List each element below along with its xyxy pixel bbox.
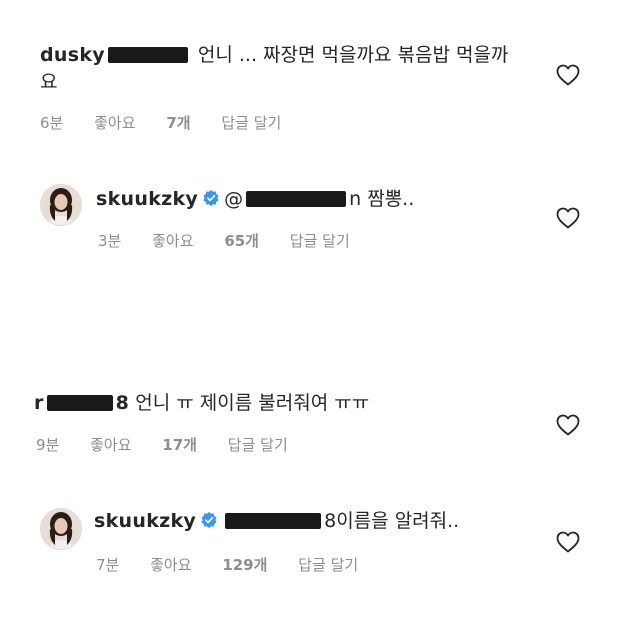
comment-likes-2[interactable]: 좋아요 65개	[152, 230, 259, 251]
redaction-bar	[107, 46, 188, 63]
comment-username-2[interactable]: skuukzky	[96, 188, 198, 210]
comment-body-4: 이름을 알려줘..	[336, 510, 460, 532]
heart-icon[interactable]	[556, 207, 580, 229]
mention-link[interactable]: @ n	[224, 188, 361, 210]
comment-likes-3[interactable]: 좋아요 17개	[90, 434, 197, 455]
comment-body-3: 언니 ㅠ 제이름 불러줘여 ㅠㅠ	[135, 392, 370, 414]
reply-button-2[interactable]: 답글 달기	[290, 230, 350, 251]
comment-likes-1[interactable]: 좋아요 7개	[94, 112, 190, 133]
comment-3: r8 언니 ㅠ 제이름 불러줘여 ㅠㅠ	[34, 390, 504, 417]
comment-time-3: 9분	[36, 436, 60, 454]
avatar[interactable]	[40, 184, 82, 226]
comment-likes-4[interactable]: 좋아요 129개	[150, 554, 267, 575]
redaction-bar	[246, 190, 347, 207]
comment-time-1: 6분	[40, 114, 64, 132]
verified-badge-icon	[203, 189, 219, 206]
comment-2: skuukzky @ n 짬뽕..	[96, 186, 526, 213]
comment-meta-4: 7분 좋아요 129개 답글 달기	[96, 554, 384, 575]
avatar[interactable]	[40, 508, 82, 550]
comment-username-1[interactable]: dusky	[40, 44, 198, 66]
comment-meta-3: 9분 좋아요 17개 답글 달기	[36, 434, 314, 455]
comment-time-4: 7분	[96, 556, 120, 574]
comment-1: dusky 언니 ... 짜장면 먹을까요 볶음밥 먹을까요	[40, 42, 510, 96]
comment-time-2: 3분	[98, 232, 122, 250]
comment-username-4[interactable]: skuukzky	[94, 510, 196, 532]
redaction-bar	[46, 394, 113, 411]
comment-text-2: skuukzky @ n 짬뽕..	[96, 186, 526, 213]
reply-button-4[interactable]: 답글 달기	[298, 554, 358, 575]
comment-meta-2: 3분 좋아요 65개 답글 달기	[98, 230, 376, 251]
reply-button-3[interactable]: 답글 달기	[228, 434, 288, 455]
comment-meta-1: 6분 좋아요 7개 답글 달기	[40, 112, 307, 133]
verified-badge-icon	[201, 511, 217, 528]
heart-icon[interactable]	[556, 64, 580, 86]
reply-button-1[interactable]: 답글 달기	[221, 112, 281, 133]
comment-username-3[interactable]: r8	[34, 392, 129, 414]
comment-text-1: dusky 언니 ... 짜장면 먹을까요 볶음밥 먹을까요	[40, 42, 510, 96]
comment-text-4: skuukzky 8이름을 알려줘..	[94, 508, 524, 535]
heart-icon[interactable]	[556, 414, 580, 436]
mention-link[interactable]: 8	[222, 510, 336, 532]
comment-text-3: r8 언니 ㅠ 제이름 불러줘여 ㅠㅠ	[34, 390, 504, 417]
comment-body-2: 짬뽕..	[367, 188, 415, 210]
heart-icon[interactable]	[556, 531, 580, 553]
comment-4: skuukzky 8이름을 알려줘..	[94, 508, 524, 535]
redaction-bar	[225, 512, 322, 529]
